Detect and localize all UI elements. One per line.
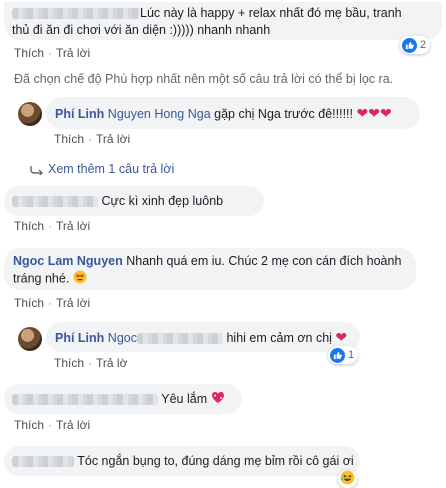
reply-actions: Thích · Trả lờ xyxy=(54,356,128,370)
like-link[interactable]: Thích xyxy=(14,296,44,310)
comment-bubble-4: Yêu lắm xyxy=(4,384,242,414)
comment-text: Tóc ngắn bụng to, đúng dáng mẹ bỉm rồi c… xyxy=(77,454,354,468)
comment-actions: Thích · Trả lời xyxy=(14,418,91,432)
blurred-tagged-name xyxy=(136,333,223,345)
tagged-user[interactable]: Ngoc xyxy=(108,331,137,345)
avatar[interactable] xyxy=(18,327,42,351)
blurred-author-name xyxy=(12,8,140,20)
avatar[interactable] xyxy=(18,102,42,126)
reply-author[interactable]: Phí Linh xyxy=(55,331,104,345)
comment-actions: Thích · Trả lời xyxy=(14,219,91,233)
heart-eyes-emoji-icon xyxy=(73,270,87,288)
like-link[interactable]: Thích xyxy=(14,418,44,432)
reply-bubble-2: Phí Linh Ngoc hihi em cảm ơn chị ❤ xyxy=(46,322,360,352)
comment-text: Cực kì xinh đẹp luônb xyxy=(101,194,224,208)
reply-bubble-1: Phí Linh Nguyen Hong Nga gặp chị Nga trư… xyxy=(46,97,420,129)
reaction-summary[interactable]: 1 xyxy=(328,346,359,364)
reply-arrow-icon xyxy=(30,165,43,177)
comment-bubble-5: Tóc ngắn bụng to, đúng dáng mẹ bỉm rồi c… xyxy=(4,446,360,476)
comment-text-line: thủ đi ăn đi chơi với ăn diện :))))) nha… xyxy=(12,23,271,37)
heart-icon: ❤❤❤ xyxy=(356,105,392,121)
reaction-summary[interactable]: 2 xyxy=(400,36,431,54)
comment-author[interactable]: Ngoc Lam Nguyen xyxy=(13,254,123,268)
reply-link[interactable]: Trả lời xyxy=(56,219,90,233)
like-link[interactable]: Thích xyxy=(14,219,44,233)
reply-link[interactable]: Trả lời xyxy=(56,46,90,60)
like-icon xyxy=(330,347,345,363)
heart-icon: ❤ xyxy=(335,329,348,345)
view-more-label: Xem thêm 1 câu trả lời xyxy=(48,162,175,176)
reply-link[interactable]: Trả lời xyxy=(96,132,130,146)
reply-author[interactable]: Phí Linh xyxy=(55,107,104,121)
heart-sparkle-emoji-icon xyxy=(211,391,225,408)
reply-actions: Thích · Trả lời xyxy=(54,132,131,146)
reaction-count: 1 xyxy=(348,349,355,361)
reply-link[interactable]: Trả lờ xyxy=(96,356,127,370)
blurred-author-name xyxy=(12,196,98,208)
like-link[interactable]: Thích xyxy=(54,356,84,370)
filter-notice: Đã chọn chế độ Phù hợp nhất nên một số c… xyxy=(14,72,394,86)
reaction-summary[interactable] xyxy=(338,470,357,488)
comment-bubble-1: Lúc này là happy + relax nhất đó mẹ bầu,… xyxy=(4,2,442,40)
comment-bubble-2: Cực kì xinh đẹp luônb xyxy=(4,186,264,216)
reply-link[interactable]: Trả lời xyxy=(56,296,90,310)
reply-link[interactable]: Trả lời xyxy=(56,418,90,432)
comment-text-line: Lúc này là happy + relax nhất đó mẹ bầu,… xyxy=(140,6,402,20)
like-link[interactable]: Thích xyxy=(14,46,44,60)
comment-text-line: Nhanh quá em iu. Chúc 2 mẹ con cán đích … xyxy=(126,254,402,268)
reply-text: hihi em cảm ơn chị xyxy=(226,331,332,345)
blurred-author-name xyxy=(12,456,74,468)
tagged-user[interactable]: Nguyen Hong Nga xyxy=(108,107,211,121)
comment-actions: Thích · Trả lời xyxy=(14,296,91,310)
like-link[interactable]: Thích xyxy=(54,132,84,146)
comment-actions: Thích · Trả lời xyxy=(14,46,91,60)
comment-text-line: tráng nhé. xyxy=(13,271,70,286)
blurred-author-name xyxy=(12,394,158,406)
reply-text: gặp chị Nga trước đê!!!!!! xyxy=(214,107,353,121)
laughing-emoji-icon xyxy=(340,470,355,488)
comment-bubble-3: Ngoc Lam Nguyen Nhanh quá em iu. Chúc 2 … xyxy=(4,248,416,290)
view-more-replies[interactable]: Xem thêm 1 câu trả lời xyxy=(30,162,175,177)
comment-text: Yêu lắm xyxy=(161,392,208,406)
reaction-count: 2 xyxy=(420,39,427,51)
like-icon xyxy=(402,37,417,53)
